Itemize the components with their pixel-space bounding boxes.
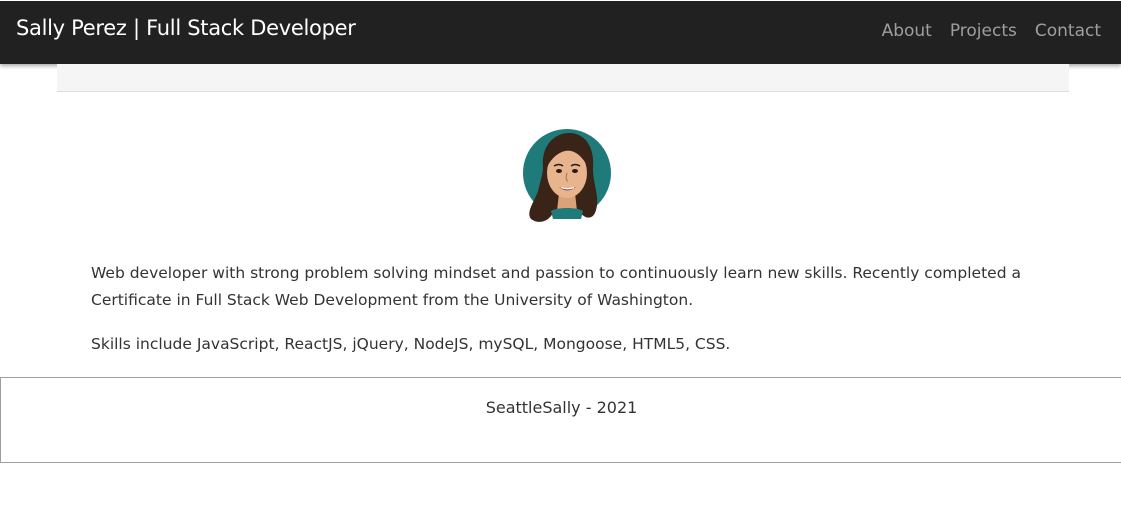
brand-title[interactable]: Sally Perez | Full Stack Developer xyxy=(16,16,356,40)
footer-text: SeattleSally - 2021 xyxy=(485,398,638,417)
nav-links: About Projects Contact xyxy=(882,21,1101,41)
nav-link-contact[interactable]: Contact xyxy=(1035,21,1101,41)
nav-link-projects[interactable]: Projects xyxy=(950,21,1017,41)
skills-text: Skills include JavaScript, ReactJS, jQue… xyxy=(91,335,731,353)
avatar xyxy=(523,129,611,222)
footer: SeattleSally - 2021 xyxy=(0,377,1121,463)
header-strip xyxy=(57,64,1069,92)
navbar: Sally Perez | Full Stack Developer About… xyxy=(0,0,1121,64)
nav-link-about[interactable]: About xyxy=(882,21,932,41)
bio-text: Web developer with strong problem solvin… xyxy=(91,264,1021,309)
